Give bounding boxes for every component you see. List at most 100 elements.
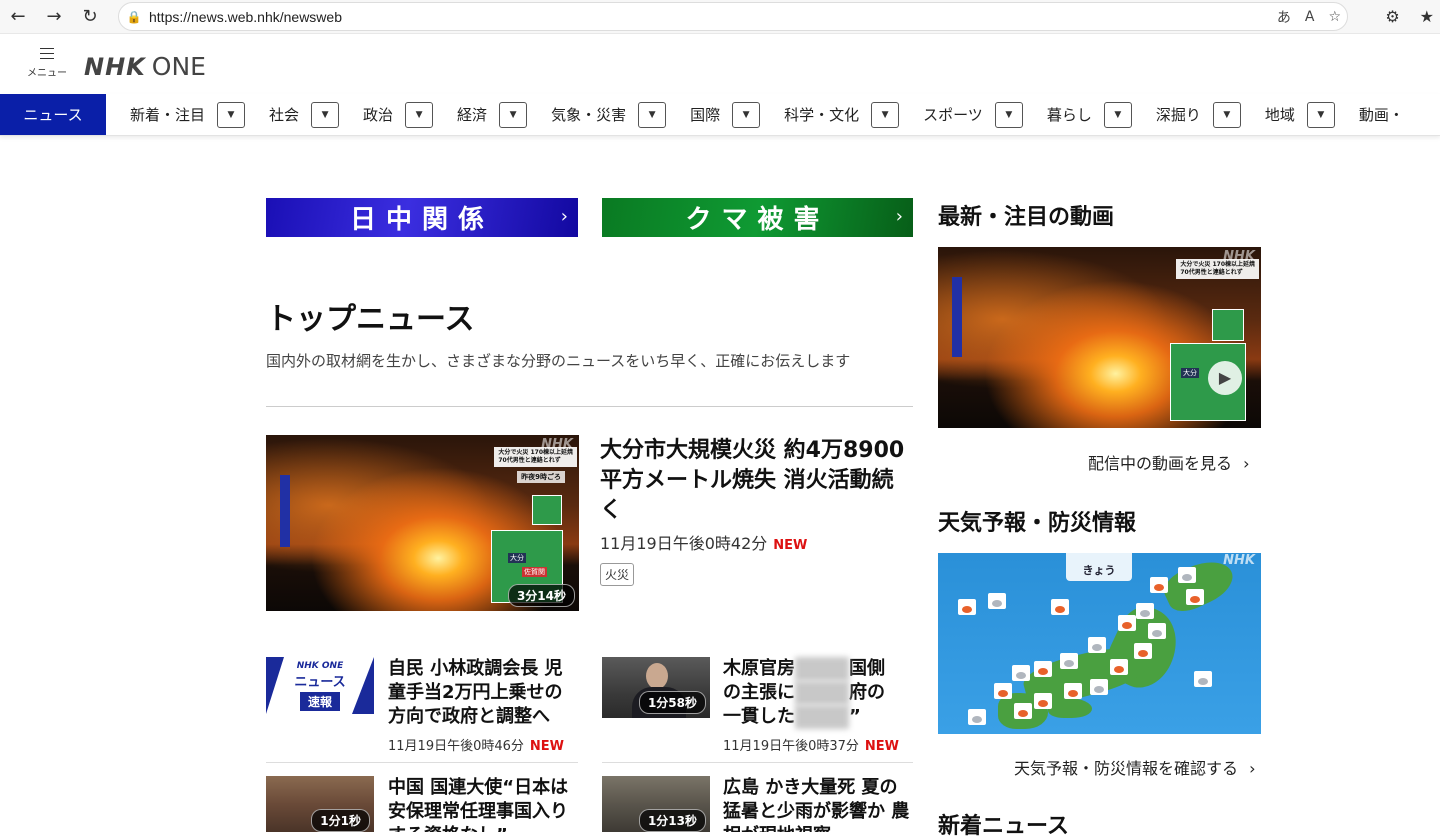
chevron-down-icon[interactable]: ▼ xyxy=(1306,101,1335,128)
divider xyxy=(266,406,913,407)
title-part: ” xyxy=(849,706,861,727)
favorites-icon[interactable]: ★ xyxy=(1420,7,1434,26)
weather-icon-cloud xyxy=(1060,653,1078,669)
weather-icon-sun xyxy=(1118,615,1136,631)
banner-japan-china[interactable]: 日中関係 › xyxy=(266,198,578,237)
link-label: 配信中の動画を見る xyxy=(1088,454,1233,473)
nav-item-label[interactable]: 国際 xyxy=(690,104,720,125)
chevron-down-icon[interactable]: ▼ xyxy=(871,101,900,128)
article-title[interactable]: 木原官房 国側 の主張に 府の 一貫した ” xyxy=(723,657,913,729)
overlay-caption: 大分で火災 170棟以上延焼 70代男性と連絡とれず xyxy=(1176,259,1259,279)
weather-icon-cloud xyxy=(1148,623,1166,639)
nav-item-label[interactable]: 地域 xyxy=(1265,104,1295,125)
chevron-down-icon[interactable]: ▼ xyxy=(1212,101,1241,128)
overlay-caption-line: 70代男性と連絡とれず xyxy=(1180,269,1243,276)
nav-item[interactable]: 暮らし ▼ xyxy=(1047,101,1132,128)
extensions-icon[interactable]: ⚙ xyxy=(1385,7,1399,26)
nav-item[interactable]: 経済 ▼ xyxy=(457,101,528,128)
title-part: 木原官房 xyxy=(723,658,795,679)
nav-item[interactable]: 政治 ▼ xyxy=(363,101,434,128)
play-icon[interactable]: ▶ xyxy=(1208,361,1242,395)
main-article-headline[interactable]: 大分市大規模火災 約4万8900平方メートル焼失 消火活動続く xyxy=(600,436,910,526)
nav-item-label[interactable]: 暮らし xyxy=(1047,104,1092,125)
section-title-new-news: 新着ニュース xyxy=(938,814,1069,839)
topic-tag[interactable]: 火災 xyxy=(600,563,635,586)
article-title[interactable]: 中国 国連大使“日本は安保理常任理事国入りする資格なし” xyxy=(388,776,578,832)
banner-bear-damage[interactable]: クマ被害 › xyxy=(602,198,913,237)
nav-item[interactable]: 国際 ▼ xyxy=(690,101,761,128)
watch-videos-link[interactable]: 配信中の動画を見る › xyxy=(1088,450,1250,474)
article-title[interactable]: 自民 小林政調会長 児童手当2万円上乗せの方向で政府と調整へ xyxy=(388,657,578,729)
nav-item[interactable]: 動画・ xyxy=(1359,104,1416,125)
weather-tab-today[interactable]: きょう xyxy=(1066,553,1132,581)
chevron-right-icon: › xyxy=(1249,759,1256,778)
chevron-down-icon[interactable]: ▼ xyxy=(732,101,761,128)
back-icon[interactable]: ← xyxy=(0,0,36,33)
nav-item-label[interactable]: 深掘り xyxy=(1156,104,1201,125)
article-meta: 11月19日午後0時46分 NEW xyxy=(388,735,564,754)
nav-item[interactable]: 科学・文化 ▼ xyxy=(784,101,900,128)
breaking-stripe xyxy=(352,657,374,714)
nav-item[interactable]: 気象・災害 ▼ xyxy=(551,101,667,128)
translate-icon[interactable]: あ xyxy=(1277,7,1291,27)
favorite-star-icon[interactable]: ☆ xyxy=(1328,9,1341,25)
breaking-nhk: NHK ONE xyxy=(296,661,344,671)
nav-item-label[interactable]: 動画・ xyxy=(1359,104,1404,125)
featured-video-thumbnail[interactable]: NHK 大分で火災 170棟以上延焼 70代男性と連絡とれず 大分 ▶ xyxy=(938,247,1261,428)
nav-item-label[interactable]: 経済 xyxy=(457,104,487,125)
article-thumbnail[interactable]: 1分1秒 xyxy=(266,776,374,832)
video-duration: 1分13秒 xyxy=(638,809,706,832)
article-meta: 11月19日午後0時37分 NEW xyxy=(723,735,899,754)
nhk-one-logo[interactable]: NHK ONE xyxy=(84,52,206,81)
nav-item-label[interactable]: 気象・災害 xyxy=(551,104,626,125)
overlay-caption: 大分で火災 170棟以上延焼 70代男性と連絡とれず xyxy=(494,447,577,467)
weather-info-link[interactable]: 天気予報・防災情報を確認する › xyxy=(1014,755,1256,779)
nav-item-label[interactable]: スポーツ xyxy=(923,104,983,125)
chevron-down-icon[interactable]: ▼ xyxy=(638,101,667,128)
article-thumbnail[interactable]: 1分58秒 xyxy=(602,657,710,718)
article-thumbnail[interactable]: 1分13秒 xyxy=(602,776,710,832)
nav-item[interactable]: 深掘り ▼ xyxy=(1156,101,1241,128)
nav-item-label[interactable]: 社会 xyxy=(269,104,299,125)
section-title-weather: 天気予報・防災情報 xyxy=(938,511,1137,536)
weather-icon-sun xyxy=(1034,661,1052,677)
address-bar[interactable]: 🔒 https://news.web.nhk/newsweb あ A ☆ xyxy=(118,2,1348,31)
nav-item[interactable]: 地域 ▼ xyxy=(1265,101,1335,128)
weather-icon-sun xyxy=(1034,693,1052,709)
chevron-down-icon[interactable]: ▼ xyxy=(1103,101,1132,128)
weather-map[interactable]: きょう NHK xyxy=(938,553,1261,734)
nav-item-label[interactable]: 政治 xyxy=(363,104,393,125)
overlay-place: 佐賀関 xyxy=(522,567,547,577)
reload-icon[interactable]: ↻ xyxy=(72,0,108,33)
nav-item[interactable]: 新着・注目 ▼ xyxy=(130,101,246,128)
nav-item-label[interactable]: 科学・文化 xyxy=(784,104,859,125)
weather-icon-cloud xyxy=(1178,567,1196,583)
weather-icon-sun xyxy=(958,599,976,615)
article-date: 11月19日午後0時42分 xyxy=(600,534,768,553)
weather-icon-sun xyxy=(1150,577,1168,593)
forward-icon[interactable]: → xyxy=(36,0,72,33)
article-thumbnail[interactable]: NHK ONE ニュース 速報 xyxy=(266,657,374,714)
url-text[interactable]: https://news.web.nhk/newsweb xyxy=(149,9,342,25)
lock-icon: 🔒 xyxy=(126,9,142,24)
chevron-down-icon[interactable]: ▼ xyxy=(311,101,340,128)
nav-item-label[interactable]: 新着・注目 xyxy=(130,104,205,125)
chevron-down-icon[interactable]: ▼ xyxy=(217,101,246,128)
chevron-right-icon: › xyxy=(1243,454,1250,473)
nav-tab-news[interactable]: ニュース xyxy=(0,94,106,135)
logo-nhk: NHK xyxy=(84,53,146,81)
overlay-caption-line: 大分で火災 170棟以上延焼 xyxy=(1180,261,1255,268)
overlay-minimap xyxy=(1212,309,1244,341)
title-part: 国側 xyxy=(849,658,885,679)
chevron-down-icon[interactable]: ▼ xyxy=(499,101,528,128)
nav-item[interactable]: 社会 ▼ xyxy=(269,101,340,128)
menu-button[interactable]: メニュー xyxy=(26,48,68,79)
main-article-thumbnail[interactable]: NHK 大分で火災 170棟以上延焼 70代男性と連絡とれず 昨夜9時ごろ 大分… xyxy=(266,435,579,611)
redacted-text xyxy=(795,657,849,681)
chevron-down-icon[interactable]: ▼ xyxy=(405,101,434,128)
article-title[interactable]: 広島 かき大量死 夏の猛暑と少雨が影響か 農相が現地視察 xyxy=(723,776,913,832)
chevron-down-icon[interactable]: ▼ xyxy=(994,101,1023,128)
read-aloud-icon[interactable]: A xyxy=(1305,9,1315,25)
nav-item[interactable]: スポーツ ▼ xyxy=(923,101,1023,128)
title-part: の主張に xyxy=(723,682,795,703)
